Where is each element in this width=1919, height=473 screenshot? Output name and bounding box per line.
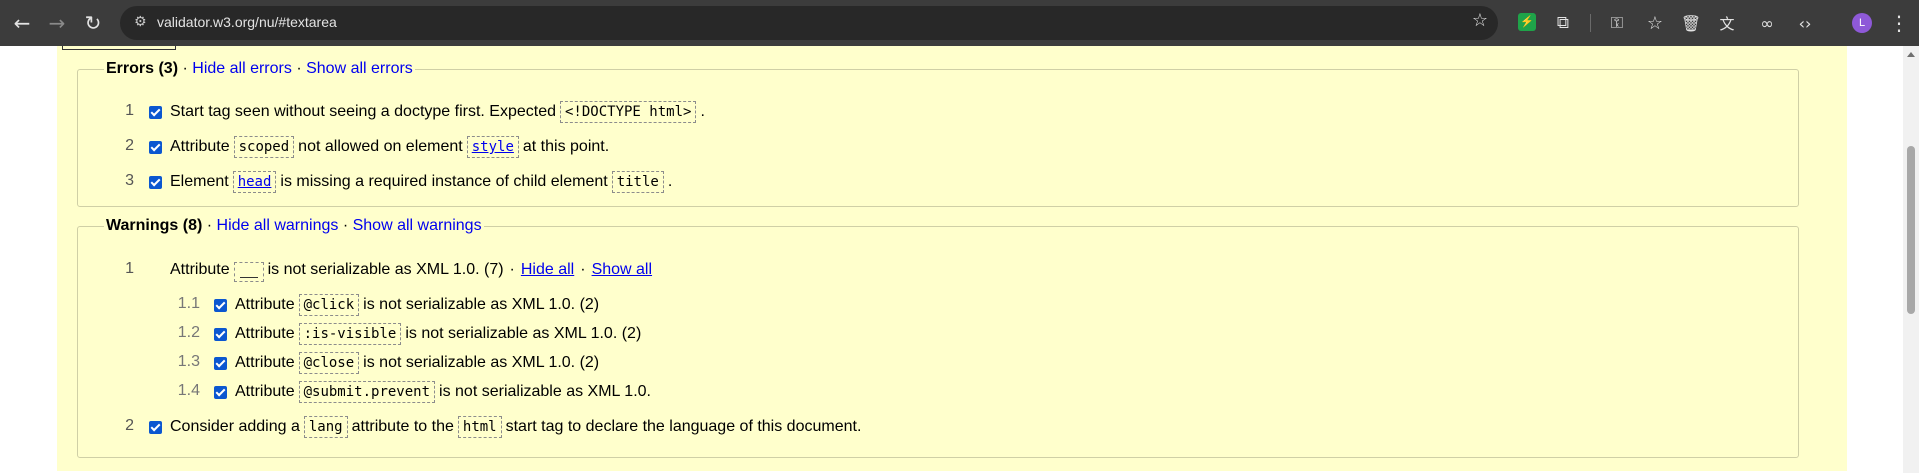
show-all-link[interactable]: Show all — [592, 261, 652, 279]
show-all-warnings-link[interactable]: Show all warnings — [353, 217, 482, 234]
bookmark-star-outline-icon[interactable]: ☆ — [1640, 0, 1670, 46]
error-row: Attribute scoped not allowed on element … — [149, 135, 609, 159]
page-scrollbar[interactable] — [1903, 46, 1919, 473]
error-code: <!DOCTYPE html> — [560, 101, 697, 123]
hide-all-errors-link[interactable]: Hide all errors — [192, 60, 292, 77]
warning-group-row: Attribute is not serializable as XML 1.0… — [170, 258, 652, 282]
warnings-title: Warnings (8) — [106, 217, 203, 234]
extension-green-icon[interactable]: ⚡ — [1518, 13, 1536, 31]
reload-icon[interactable]: ↻ — [78, 0, 108, 46]
warning-number: 1 — [125, 260, 134, 277]
profile-avatar[interactable]: L — [1852, 13, 1872, 33]
warning-code: lang — [303, 416, 348, 438]
address-url[interactable]: validator.w3.org/nu/#textarea — [157, 14, 337, 30]
warning-checkbox[interactable] — [149, 420, 162, 434]
page-content: Errors (3) · Hide all errors · Show all … — [0, 46, 1903, 473]
trash-icon[interactable]: 🗑 — [1676, 0, 1706, 46]
forward-arrow-icon[interactable]: → — [42, 0, 72, 46]
warning-code: html — [457, 416, 502, 438]
warning-subrow: Attribute @submit.prevent is not seriali… — [214, 380, 651, 404]
warning-code: @submit.prevent — [298, 381, 436, 403]
warning-subrow: Attribute :is-visible is not serializabl… — [214, 322, 641, 346]
address-bar[interactable]: ⚙ validator.w3.org/nu/#textarea ☆ — [120, 6, 1498, 40]
element-link[interactable]: head — [232, 171, 277, 193]
errors-title: Errors (3) — [106, 60, 179, 77]
show-all-errors-link[interactable]: Show all errors — [306, 60, 413, 77]
warning-checkbox[interactable] — [214, 298, 227, 312]
warning-subnumber: 1.3 — [177, 353, 200, 370]
warning-subnumber: 1.4 — [177, 382, 200, 399]
error-code: scoped — [233, 136, 295, 158]
link-icon[interactable]: ∞ — [1752, 0, 1782, 46]
error-code: title — [611, 171, 664, 193]
code-view-icon[interactable]: ‹› — [1790, 0, 1820, 46]
error-checkbox[interactable] — [149, 140, 162, 154]
site-info-icon[interactable]: ⚙ — [134, 14, 147, 30]
blank-attribute-placeholder — [233, 262, 264, 282]
error-number: 1 — [125, 102, 134, 119]
clipped-element-edge — [62, 46, 176, 50]
error-row: Element head is missing a required insta… — [149, 170, 672, 194]
hide-all-link[interactable]: Hide all — [521, 261, 574, 279]
menu-kebab-icon[interactable]: ⋮ — [1884, 0, 1914, 46]
warning-checkbox[interactable] — [214, 327, 227, 341]
password-key-icon[interactable]: ⚿ — [1602, 0, 1632, 46]
hide-all-warnings-link[interactable]: Hide all warnings — [217, 217, 339, 234]
error-number: 3 — [125, 172, 134, 189]
error-row: Start tag seen without seeing a doctype … — [149, 100, 705, 124]
warning-checkbox[interactable] — [214, 356, 227, 370]
error-checkbox[interactable] — [149, 105, 162, 119]
extensions-puzzle-icon[interactable]: ⧉ — [1548, 0, 1578, 46]
warning-subnumber: 1.1 — [177, 295, 200, 312]
scroll-up-arrow-icon[interactable] — [1907, 52, 1915, 57]
warning-number: 2 — [125, 417, 134, 434]
translate-icon[interactable]: 文 — [1712, 0, 1742, 46]
warning-code: @close — [298, 352, 360, 374]
toolbar-divider — [1590, 14, 1591, 32]
warnings-legend: Warnings (8) · Hide all warnings · Show … — [106, 217, 482, 234]
browser-toolbar: ← → ↻ ⚙ validator.w3.org/nu/#textarea ☆ … — [0, 0, 1919, 46]
warning-checkbox[interactable] — [214, 385, 227, 399]
element-link[interactable]: style — [466, 136, 519, 158]
warning-subrow: Attribute @close is not serializable as … — [214, 351, 599, 375]
errors-legend: Errors (3) · Hide all errors · Show all … — [106, 60, 413, 77]
warning-code: :is-visible — [298, 323, 402, 345]
back-arrow-icon[interactable]: ← — [7, 0, 37, 46]
bookmark-star-icon[interactable]: ☆ — [1472, 10, 1488, 31]
warning-code: @click — [298, 294, 360, 316]
warning-subnumber: 1.2 — [177, 324, 200, 341]
warning-subrow: Attribute @click is not serializable as … — [214, 293, 599, 317]
error-number: 2 — [125, 137, 134, 154]
error-checkbox[interactable] — [149, 175, 162, 189]
warning-row: Consider adding a lang attribute to the … — [149, 415, 861, 439]
scroll-thumb[interactable] — [1907, 146, 1915, 314]
